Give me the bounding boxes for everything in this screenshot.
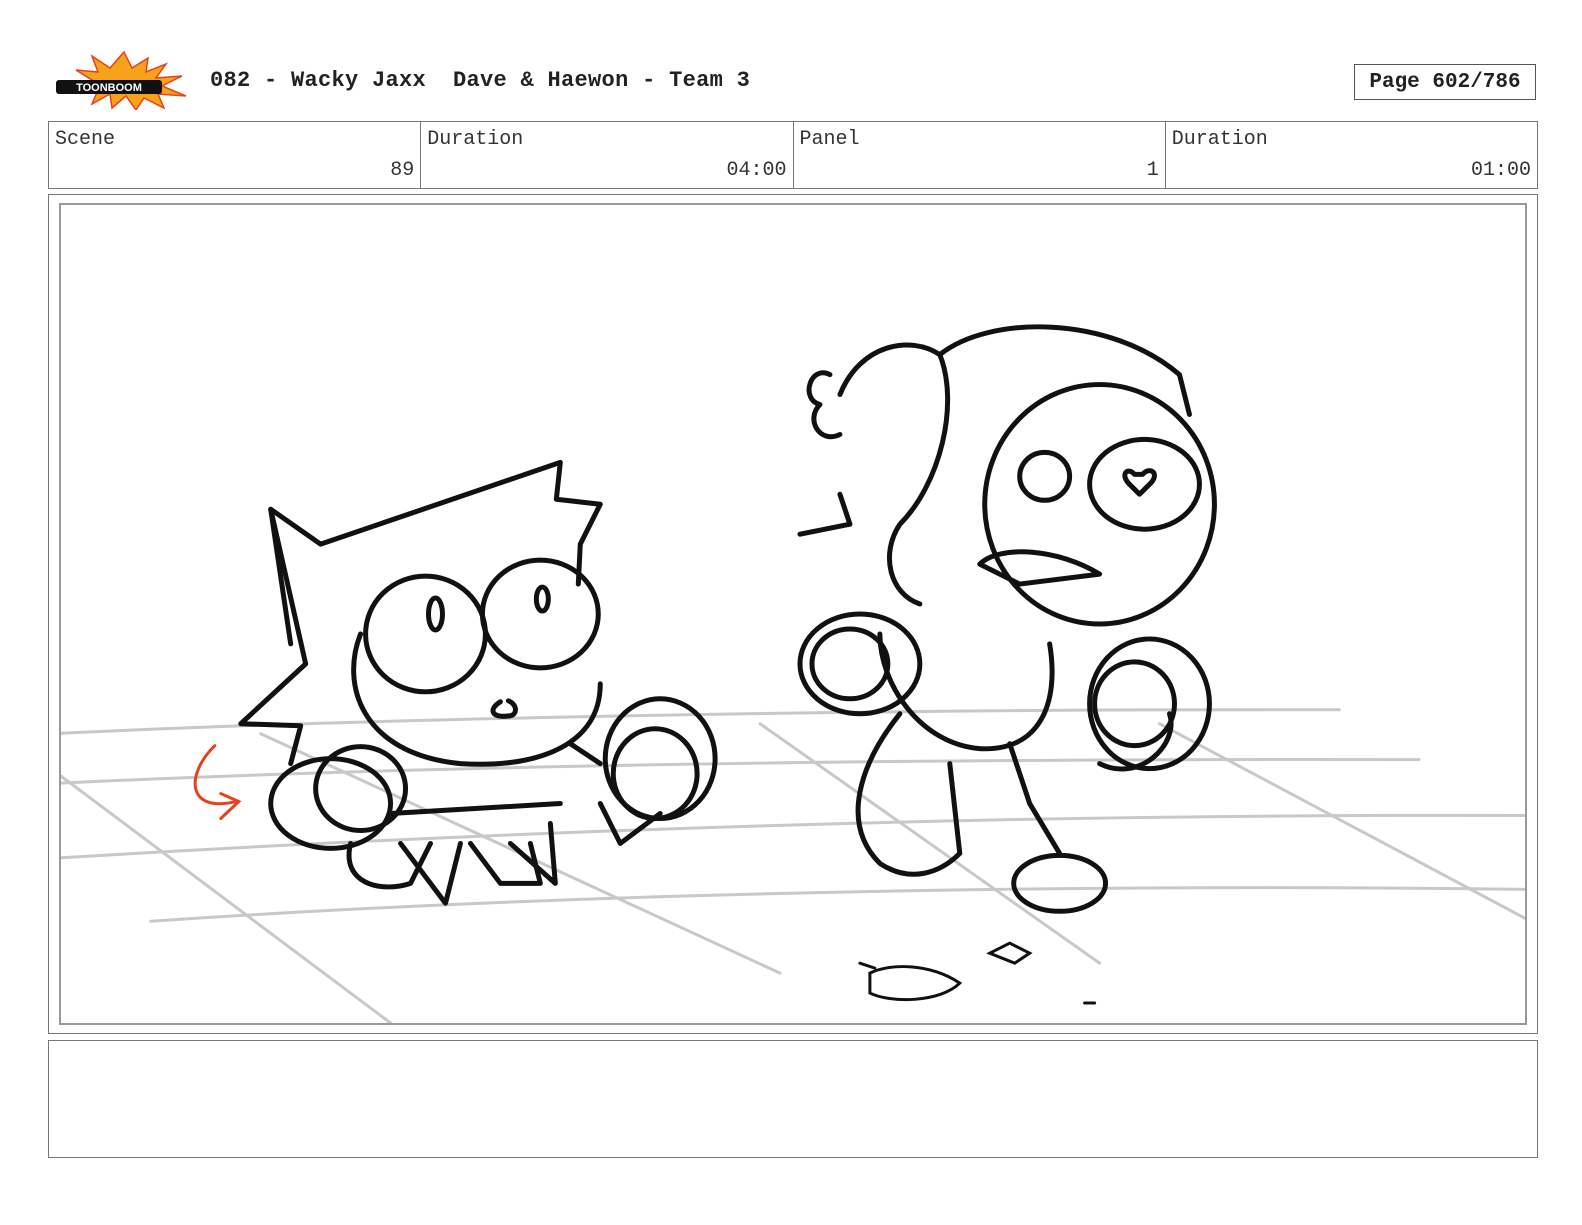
panel-duration-label: Duration xyxy=(1171,128,1268,151)
scene-value: 89 xyxy=(390,159,415,182)
logo-text: TOONBOOM xyxy=(76,82,142,94)
debris-sketch xyxy=(858,941,1097,1005)
panel-cell: Panel 1 xyxy=(794,122,1166,188)
panel-label: Panel xyxy=(799,128,860,151)
panel-duration-cell: Duration 01:00 xyxy=(1166,122,1537,188)
scene-duration-label: Duration xyxy=(427,128,524,151)
page-indicator: Page 602/786 xyxy=(1354,64,1536,100)
scene-label: Scene xyxy=(55,128,116,151)
floor-grid xyxy=(61,708,1525,1023)
panel-duration-value: 01:00 xyxy=(1470,159,1531,182)
document-title: 082 - Wacky Jaxx Dave & Haewon - Team 3 xyxy=(210,68,751,93)
panel-value: 1 xyxy=(1146,159,1159,182)
scene-cell: Scene 89 xyxy=(49,122,422,188)
scene-duration-cell: Duration 04:00 xyxy=(421,122,794,188)
panel-sketch xyxy=(61,324,1525,1023)
storyboard-panel-frame xyxy=(48,194,1538,1034)
storyboard-panel xyxy=(59,203,1527,1025)
motion-arrow-sketch xyxy=(193,744,242,820)
scene-info-table: Scene 89 Duration 04:00 Panel 1 Duration… xyxy=(48,121,1538,189)
toonboom-logo: TOONBOOM xyxy=(52,50,190,112)
scene-duration-value: 04:00 xyxy=(726,159,787,182)
panel-notes-box[interactable] xyxy=(48,1040,1538,1158)
